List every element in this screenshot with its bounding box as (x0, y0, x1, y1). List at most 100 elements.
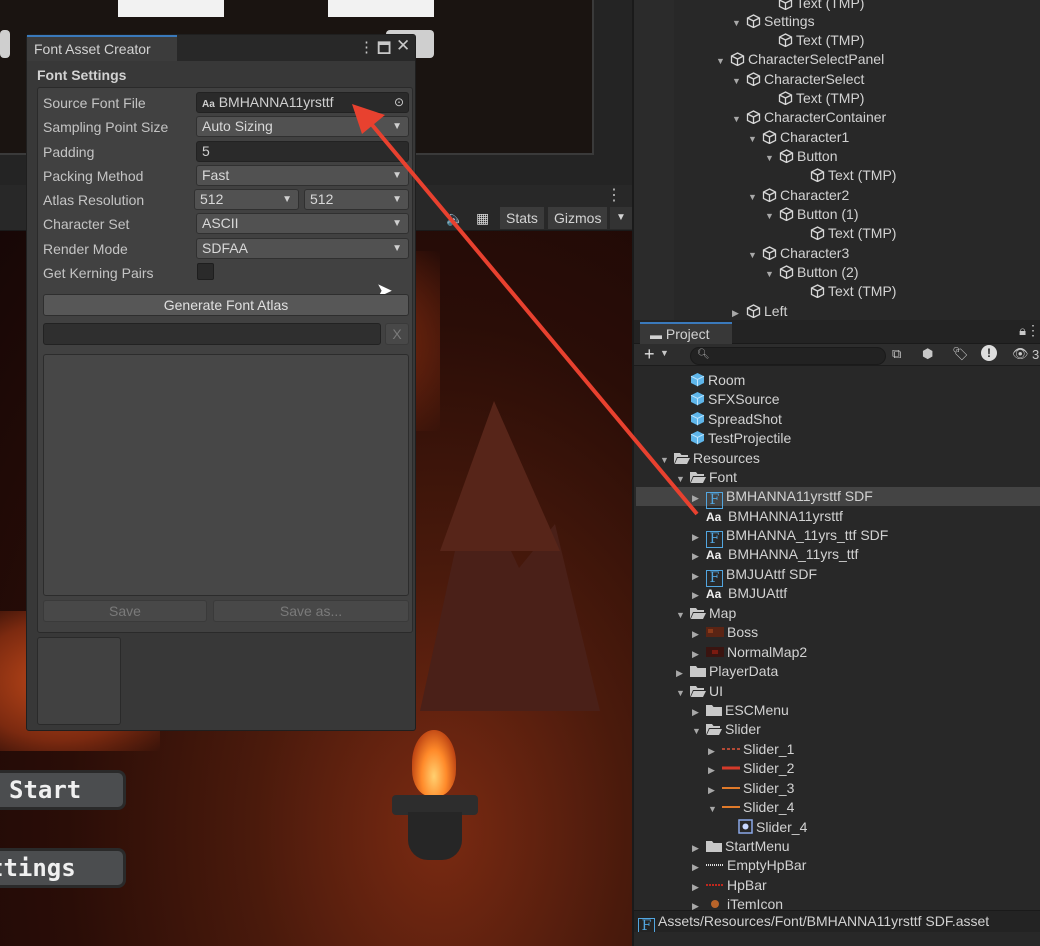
gizmos-dropdown-icon[interactable]: ▼ (610, 207, 632, 229)
project-item[interactable]: ▼ Slider (636, 720, 1040, 739)
chevron-down-icon[interactable]: ▼ (708, 800, 722, 819)
tab-project[interactable]: ▬ Project (640, 322, 732, 344)
chevron-down-icon[interactable]: ▼ (732, 14, 746, 33)
project-item[interactable]: ▼ UI (636, 682, 1040, 701)
chevron-down-icon[interactable]: ▼ (748, 130, 762, 149)
chevron-down-icon[interactable]: ▼ (748, 246, 762, 265)
character-set-dropdown[interactable]: ASCII ▼ (196, 213, 409, 234)
project-item[interactable]: ▶ ESCMenu (636, 701, 1040, 720)
create-asset-icon[interactable]: + (644, 344, 655, 365)
project-item[interactable]: ▶ F BMHANNA_11yrs_ttf SDF (636, 526, 1040, 548)
project-item[interactable]: ▶ Aa BMHANNA_11yrs_ttf (636, 545, 1040, 564)
chevron-right-icon[interactable]: ▶ (692, 547, 706, 566)
project-item[interactable]: ▼ Resources (636, 449, 1040, 468)
hierarchy-item[interactable]: ▼ Character2 (748, 186, 849, 205)
project-item[interactable]: ▶ Aa BMJUAttf (636, 584, 1040, 603)
project-item[interactable]: TestProjectile (636, 429, 1040, 448)
project-item[interactable]: Aa BMHANNA11yrsttf (636, 507, 1040, 526)
chevron-down-icon[interactable]: ▼ (716, 52, 730, 71)
tab-font-asset-creator[interactable]: Font Asset Creator (27, 35, 177, 61)
chevron-right-icon[interactable]: ▶ (692, 489, 706, 508)
mute-audio-icon[interactable]: 🔈 (440, 207, 469, 229)
hierarchy-item[interactable]: ▶ Left (732, 302, 787, 320)
project-item[interactable]: Room (636, 371, 1040, 390)
chevron-down-icon[interactable]: ▼ (765, 207, 779, 226)
hierarchy-item[interactable]: Text (TMP) (810, 166, 896, 185)
search-by-type-icon[interactable]: ⧉ (892, 346, 901, 362)
filter-type-icon[interactable]: ⬢ (922, 346, 933, 362)
project-item[interactable]: ▼ Slider_4 (636, 798, 1040, 817)
warning-icon[interactable]: ! (981, 345, 997, 361)
chevron-down-icon[interactable]: ▼ (660, 348, 669, 358)
hierarchy-item[interactable]: Text (TMP) (810, 282, 896, 301)
hierarchy-item[interactable]: Text (TMP) (778, 31, 864, 50)
hierarchy-item[interactable]: ▼ CharacterContainer (732, 108, 886, 127)
start-button[interactable]: Start (0, 770, 126, 810)
more-options-icon[interactable]: ⋮ (606, 185, 622, 205)
lock-icon[interactable]: 🔒︎ (1019, 323, 1026, 339)
project-item[interactable]: ▶ NormalMap2 (636, 643, 1040, 662)
search-input[interactable]: 🔍︎ (690, 347, 886, 365)
hidden-packages-icon[interactable]: 👁︎ (1012, 346, 1029, 362)
project-item[interactable]: SFXSource (636, 390, 1040, 409)
hierarchy-item[interactable]: ▼ Button (2) (765, 263, 858, 282)
label-icon[interactable]: 🏷︎ (952, 346, 969, 362)
gizmos-button[interactable]: Gizmos (548, 207, 608, 229)
object-picker-icon[interactable]: ⊙ (394, 93, 404, 112)
close-icon[interactable]: ✕ (396, 36, 410, 56)
chevron-right-icon[interactable]: ▶ (732, 304, 746, 320)
chevron-right-icon[interactable]: ▶ (692, 625, 706, 644)
hierarchy-item[interactable]: Text (TMP) (778, 89, 864, 108)
grid-icon[interactable]: ▦ (470, 207, 495, 229)
project-item[interactable]: ▶ F BMHANNA11yrsttf SDF (636, 487, 1040, 509)
project-item[interactable]: ▶ Slider_3 (636, 779, 1040, 798)
project-item[interactable]: Slider_4 (636, 818, 1040, 837)
more-options-icon[interactable]: ⋮ (359, 38, 374, 56)
chevron-right-icon[interactable]: ▶ (676, 664, 690, 683)
hierarchy-item[interactable]: ▼ Character3 (748, 244, 849, 263)
save-as-button[interactable]: Save as... (213, 600, 409, 622)
hierarchy-item[interactable]: ▼ CharacterSelectPanel (716, 50, 884, 69)
project-item[interactable]: ▶ Boss (636, 623, 1040, 642)
packing-method-dropdown[interactable]: Fast ▼ (196, 165, 409, 186)
settings-button[interactable]: ttings (0, 848, 126, 888)
maximize-icon[interactable]: 🗖 (377, 38, 391, 63)
atlas-height-dropdown[interactable]: 512 ▼ (304, 189, 409, 210)
project-item[interactable]: ▶ EmptyHpBar (636, 856, 1040, 875)
chevron-down-icon[interactable]: ▼ (748, 188, 762, 207)
hierarchy-item[interactable]: ▼ Character1 (748, 128, 849, 147)
project-item[interactable]: ▶ StartMenu (636, 837, 1040, 856)
save-button[interactable]: Save (43, 600, 207, 622)
output-text-area[interactable] (43, 354, 409, 596)
chevron-down-icon[interactable]: ▼ (732, 72, 746, 91)
chevron-right-icon[interactable]: ▶ (692, 586, 706, 605)
project-item[interactable]: ▼ Map (636, 604, 1040, 623)
project-item[interactable]: ▶ Slider_1 (636, 740, 1040, 759)
project-item[interactable]: ▶ PlayerData (636, 662, 1040, 681)
project-item[interactable]: ▶ Slider_2 (636, 759, 1040, 778)
hierarchy-item[interactable]: Text (TMP) (810, 224, 896, 243)
chevron-down-icon[interactable]: ▼ (732, 110, 746, 129)
hierarchy-item[interactable]: ▼ CharacterSelect (732, 70, 864, 89)
chevron-down-icon[interactable]: ▼ (692, 722, 706, 741)
sampling-point-size-dropdown[interactable]: Auto Sizing ▼ (196, 116, 409, 137)
padding-input[interactable]: 5 (196, 141, 409, 162)
hierarchy-item[interactable]: ▼ Settings (732, 12, 815, 31)
chevron-down-icon[interactable]: ▼ (765, 149, 779, 168)
hierarchy-item[interactable]: ▼ Button (1) (765, 205, 858, 224)
project-item[interactable]: ▶ F BMJUAttf SDF (636, 565, 1040, 587)
stats-button[interactable]: Stats (500, 207, 544, 229)
source-font-file-field[interactable]: Aa BMHANNA11yrsttf ⊙ (196, 92, 409, 113)
chevron-right-icon[interactable]: ▶ (708, 761, 722, 780)
hierarchy-item[interactable]: ▼ Button (765, 147, 837, 166)
chevron-right-icon[interactable]: ▶ (692, 858, 706, 877)
atlas-width-dropdown[interactable]: 512 ▼ (194, 189, 299, 210)
generate-font-atlas-button[interactable]: Generate Font Atlas (43, 294, 409, 316)
clear-progress-button[interactable]: X (385, 323, 409, 345)
chevron-down-icon[interactable]: ▼ (765, 265, 779, 284)
project-item[interactable]: SpreadShot (636, 410, 1040, 429)
render-mode-dropdown[interactable]: SDFAA ▼ (196, 238, 409, 259)
project-item[interactable]: ▶ HpBar (636, 876, 1040, 895)
kerning-pairs-checkbox[interactable] (197, 263, 214, 280)
project-item[interactable]: ▼ Font (636, 468, 1040, 487)
